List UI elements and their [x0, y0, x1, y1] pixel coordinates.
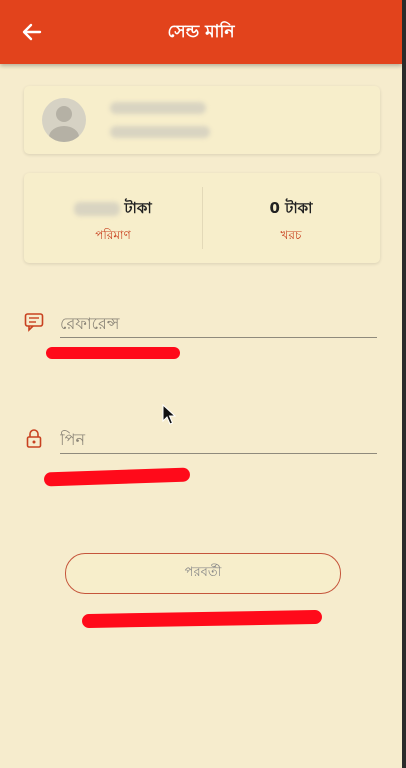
- amount-card: টাকা পরিমাণ 0 টাকা খরচ: [24, 173, 380, 263]
- amount-section: টাকা পরিমাণ: [24, 173, 202, 263]
- message-icon: [24, 313, 44, 332]
- cost-section: 0 টাকা খরচ: [202, 173, 380, 263]
- lock-icon: [26, 429, 42, 448]
- blurred-name: [110, 102, 206, 114]
- redaction-mark: [81, 609, 323, 629]
- next-button[interactable]: পরবর্তী: [65, 553, 341, 594]
- cost-value: 0 টাকা: [269, 199, 313, 217]
- page-title: সেন্ড মানি: [167, 22, 235, 42]
- cost-label: খরচ: [280, 228, 302, 242]
- recipient-card: [24, 86, 380, 154]
- redaction-mark: [46, 347, 180, 359]
- pin-input[interactable]: [60, 426, 377, 454]
- amount-label: পরিমাণ: [95, 228, 131, 242]
- blurred-number: [110, 126, 210, 138]
- mouse-cursor-icon: [162, 404, 176, 425]
- app-bar: সেন্ড মানি: [0, 0, 402, 64]
- reference-input[interactable]: [60, 310, 377, 338]
- avatar: [42, 98, 86, 142]
- amount-value: টাকা: [124, 199, 152, 217]
- screen-edge: [402, 0, 406, 768]
- blurred-amount: [74, 201, 121, 216]
- redaction-mark: [43, 467, 191, 487]
